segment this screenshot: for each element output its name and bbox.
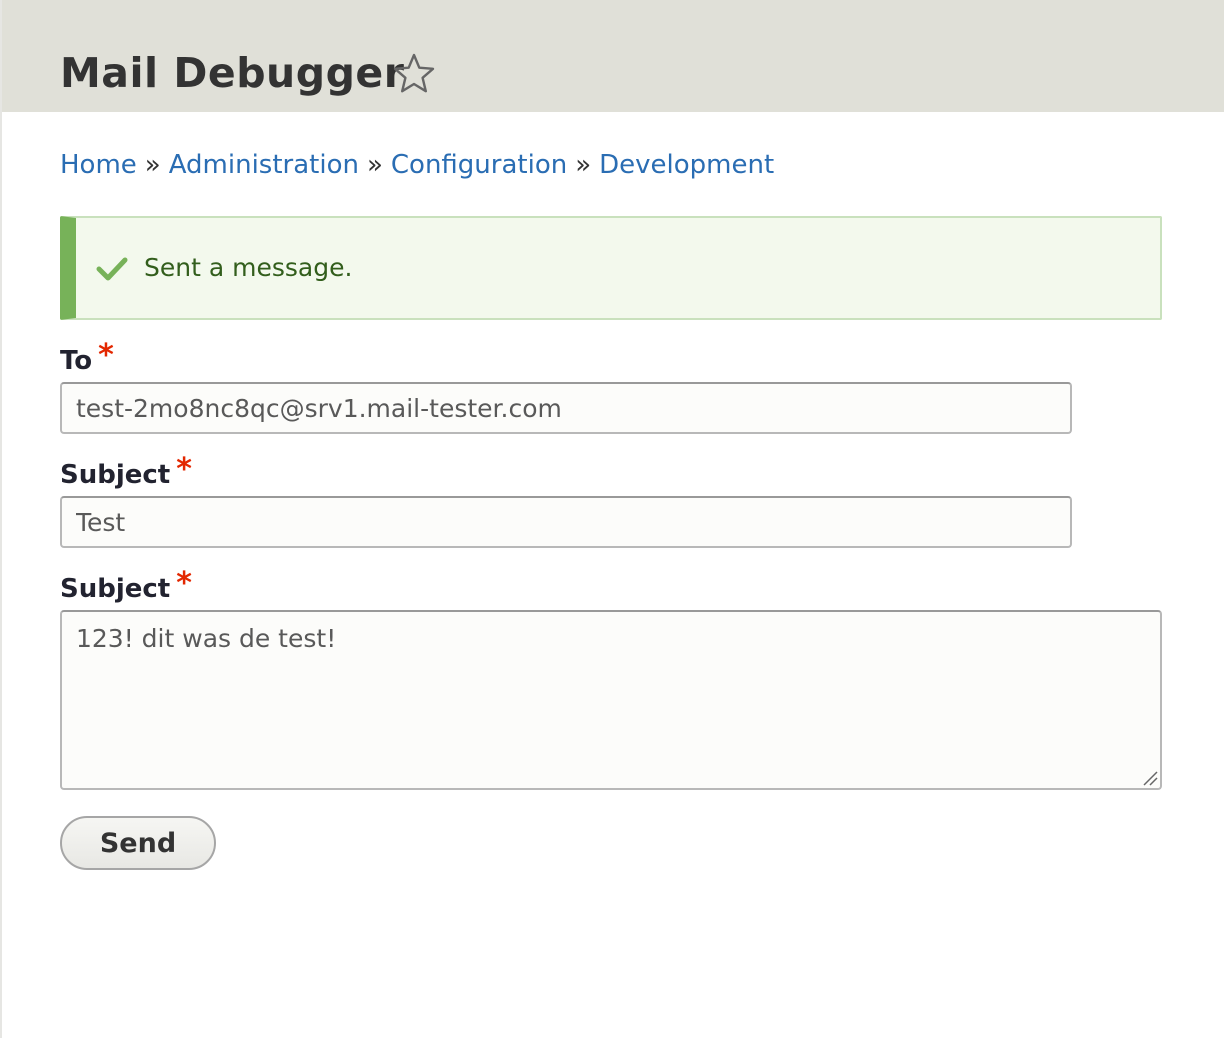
breadcrumb-link-development[interactable]: Development (599, 150, 774, 180)
body-label: Subject * (60, 566, 192, 607)
breadcrumb-separator: » (366, 150, 383, 180)
required-marker: * (176, 452, 192, 487)
to-field[interactable] (60, 382, 1072, 434)
page: Mail Debugger Home» Administration» Config… (0, 0, 1224, 1038)
breadcrumb: Home» Administration» Configuration» Develo… (60, 146, 774, 184)
breadcrumb-separator: » (144, 150, 161, 180)
subject-label: Subject * (60, 452, 192, 493)
required-marker: * (98, 338, 114, 373)
breadcrumb-link-home[interactable]: Home (60, 150, 137, 180)
to-label-text: To (60, 346, 93, 376)
breadcrumb-link-configuration[interactable]: Configuration (391, 150, 567, 180)
to-label: To * (60, 338, 114, 379)
body-label-text: Subject (60, 574, 171, 604)
breadcrumb-separator: » (575, 150, 592, 180)
message-body-textarea[interactable]: 123! dit was de test! (60, 610, 1162, 790)
star-outline-icon[interactable] (392, 52, 436, 94)
checkmark-icon (96, 257, 128, 281)
required-marker: * (176, 566, 192, 601)
subject-field[interactable] (60, 496, 1072, 548)
status-message-text: Sent a message. (144, 253, 353, 282)
send-button[interactable]: Send (60, 816, 216, 870)
breadcrumb-link-administration[interactable]: Administration (169, 150, 359, 180)
status-message: Sent a message. (60, 216, 1162, 320)
page-title: Mail Debugger (60, 49, 405, 97)
resize-grip-icon[interactable] (1142, 770, 1158, 786)
page-header: Mail Debugger (2, 0, 1224, 112)
subject-label-text: Subject (60, 460, 171, 490)
